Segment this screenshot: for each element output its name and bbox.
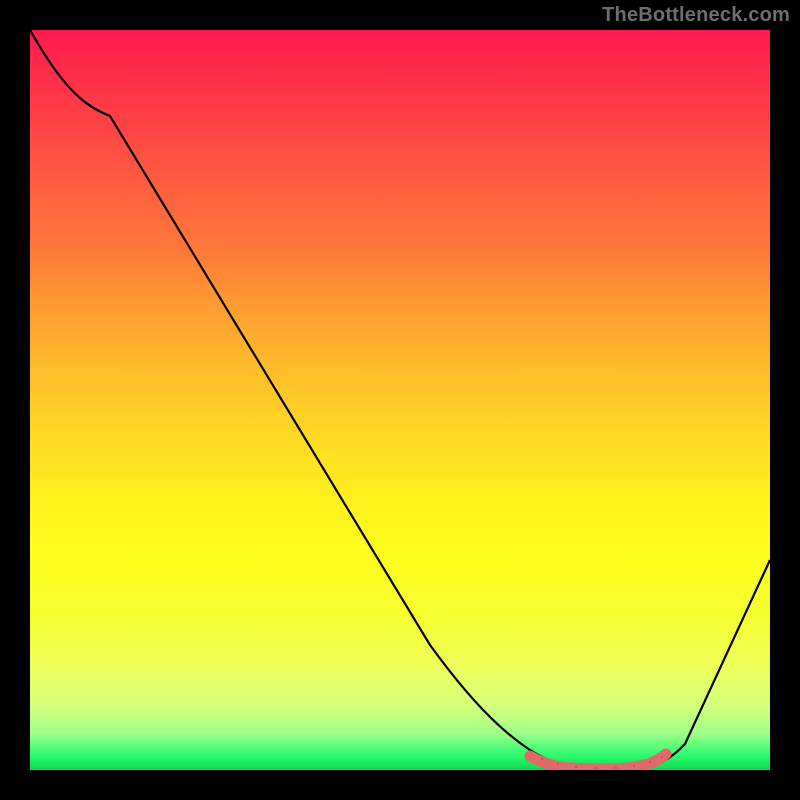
bottleneck-curve [30, 30, 770, 769]
optimal-range-highlight [530, 754, 666, 769]
curve-layer [30, 30, 770, 770]
plot-area [30, 30, 770, 770]
watermark-text: TheBottleneck.com [602, 4, 790, 27]
chart-frame: TheBottleneck.com [0, 0, 800, 800]
